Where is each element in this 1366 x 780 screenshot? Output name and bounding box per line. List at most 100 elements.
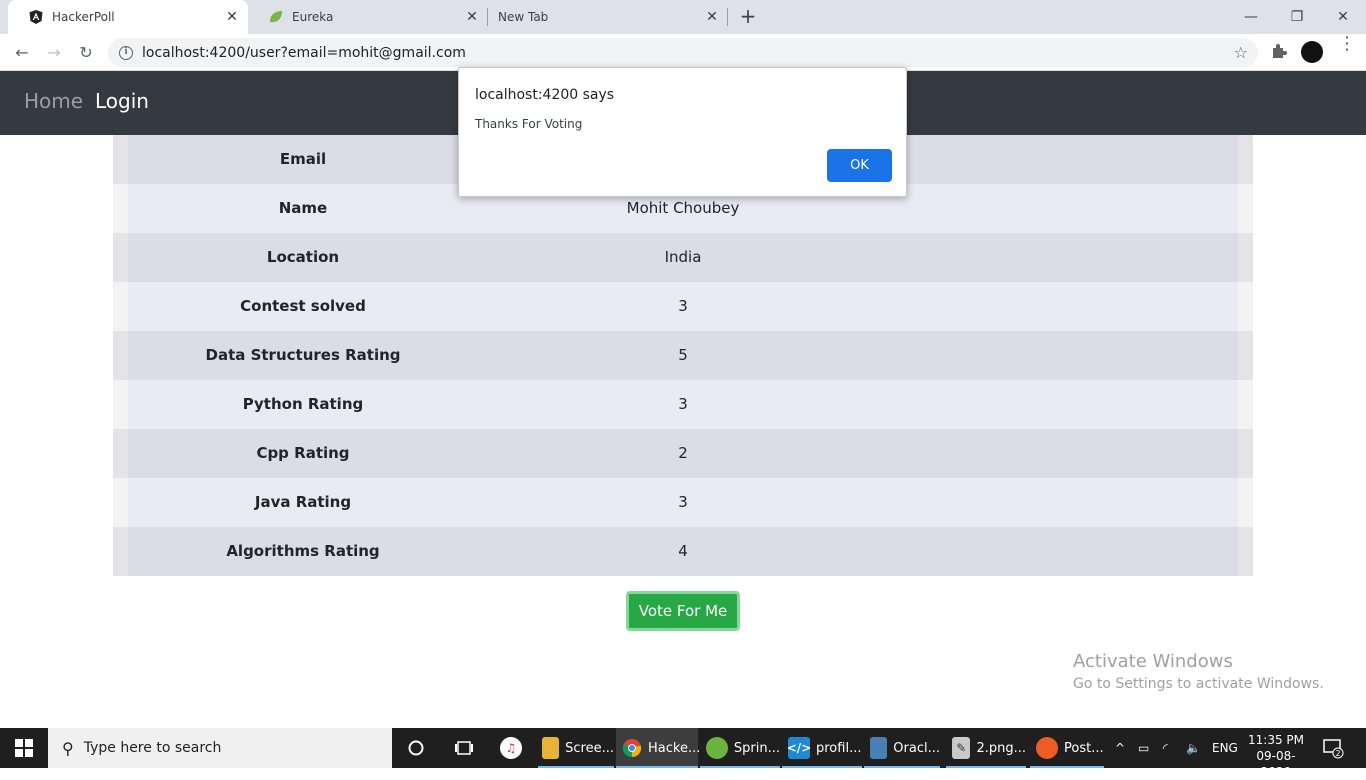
extensions-puzzle-icon[interactable] <box>1270 42 1288 60</box>
reload-icon[interactable]: ↻ <box>74 40 98 64</box>
clock-date: 09-08-2020 <box>1256 749 1296 779</box>
volume-icon[interactable]: 🔈 <box>1186 728 1201 768</box>
clock-time: 11:35 PM <box>1248 733 1304 747</box>
bookmark-star-icon[interactable]: ☆ <box>1234 43 1248 62</box>
minimize-icon[interactable]: — <box>1228 0 1274 34</box>
notification-center-icon[interactable]: 2 <box>1322 737 1344 759</box>
language-indicator[interactable]: ENG <box>1212 728 1238 768</box>
notification-count: 2 <box>1335 749 1340 758</box>
battery-icon[interactable]: ▭ <box>1138 728 1149 768</box>
chrome-icon <box>622 737 642 759</box>
row-key-contest-solved: Contest solved <box>240 297 366 315</box>
profile-table: Email Name Mohit Choubey Location India … <box>113 135 1253 576</box>
row-key-ds-rating: Data Structures Rating <box>205 346 401 364</box>
table-row: Cpp Rating 2 <box>113 429 1253 478</box>
tab-eureka[interactable]: Eureka ✕ <box>248 0 488 34</box>
dialog-ok-button[interactable]: OK <box>827 149 892 182</box>
row-key-name: Name <box>278 199 328 217</box>
taskbar-app-chrome[interactable]: Hacke... <box>616 728 701 768</box>
row-value-name: Mohit Choubey <box>626 199 740 217</box>
folder-icon <box>542 737 560 759</box>
tab-label: HackerPoll <box>52 10 115 24</box>
row-value-location: India <box>664 248 702 266</box>
nav-home-link[interactable]: Home <box>24 89 83 113</box>
row-value-ds-rating: 5 <box>678 346 688 364</box>
taskbar-app-vscode[interactable]: </> profil... <box>782 728 862 768</box>
activate-windows-watermark: Activate Windows Go to Settings to activ… <box>1073 651 1324 692</box>
tab-label: New Tab <box>498 10 549 24</box>
new-tab-plus-icon[interactable]: + <box>737 6 759 28</box>
tab-label: Eureka <box>292 10 334 24</box>
row-key-location: Location <box>266 248 340 266</box>
forward-arrow-icon[interactable]: → <box>42 40 66 64</box>
alert-dialog: localhost:4200 says Thanks For Voting OK <box>458 67 907 197</box>
table-row: Java Rating 3 <box>113 478 1253 527</box>
dialog-message: Thanks For Voting <box>475 117 583 131</box>
dialog-title: localhost:4200 says <box>475 87 615 103</box>
watermark-subtitle: Go to Settings to activate Windows. <box>1073 676 1324 692</box>
taskbar-app-spring[interactable]: Sprin... <box>700 728 780 768</box>
table-row: Python Rating 3 <box>113 380 1253 429</box>
url-text[interactable]: localhost:4200/user?email=mohit@gmail.co… <box>142 45 466 61</box>
taskbar-app-label: 2.png... <box>976 740 1026 756</box>
close-icon[interactable]: ✕ <box>704 9 720 25</box>
table-row: Algorithms Rating 4 <box>113 527 1253 576</box>
row-value-python-rating: 3 <box>678 395 688 413</box>
row-key-python-rating: Python Rating <box>242 395 364 413</box>
row-key-algorithms-rating: Algorithms Rating <box>226 542 380 560</box>
taskbar-search[interactable]: ⚲ Type here to search <box>48 728 392 768</box>
spring-leaf-icon <box>268 9 284 25</box>
search-icon: ⚲ <box>62 738 74 758</box>
nav-login-link[interactable]: Login <box>95 89 149 113</box>
taskbar-app-postman[interactable]: Post... <box>1030 728 1104 768</box>
row-key-java-rating: Java Rating <box>254 493 352 511</box>
profile-avatar[interactable] <box>1301 41 1323 63</box>
browser-tab-strip: HackerPoll ✕ Eureka ✕ New Tab ✕ + — ❐ ✕ <box>0 0 1366 34</box>
taskbar-app-paint[interactable]: ✎ 2.png... <box>946 728 1026 768</box>
taskbar-app-label: Oracl... <box>893 740 940 756</box>
taskbar-app-label: Sprin... <box>733 740 780 756</box>
tab-divider <box>727 8 728 26</box>
search-placeholder[interactable]: Type here to search <box>84 740 222 756</box>
oracle-icon <box>870 737 888 759</box>
taskbar-app-label: profil... <box>816 740 862 756</box>
row-value-algorithms-rating: 4 <box>678 542 688 560</box>
spring-icon <box>706 737 728 759</box>
row-key-cpp-rating: Cpp Rating <box>256 444 350 462</box>
info-icon[interactable]: i <box>119 45 133 60</box>
close-icon[interactable]: ✕ <box>464 9 480 25</box>
back-arrow-icon[interactable]: ← <box>10 40 34 64</box>
paint-icon: ✎ <box>952 737 971 759</box>
close-icon[interactable]: ✕ <box>224 9 240 25</box>
table-row: Location India <box>113 233 1253 282</box>
task-view-icon[interactable] <box>452 728 476 768</box>
windows-taskbar: ⚲ Type here to search ♫ Scree... Hacke..… <box>0 728 1366 779</box>
cortana-icon[interactable] <box>404 728 428 768</box>
row-value-java-rating: 3 <box>678 493 688 511</box>
taskbar-app-label: Post... <box>1064 740 1104 756</box>
vscode-icon: </> <box>787 737 811 759</box>
browser-menu-icon[interactable]: ⋮ <box>1338 35 1356 64</box>
row-value-cpp-rating: 2 <box>678 444 688 462</box>
watermark-title: Activate Windows <box>1073 651 1233 672</box>
address-bar[interactable]: i localhost:4200/user?email=mohit@gmail.… <box>108 38 1258 67</box>
taskbar-app-screenshots[interactable]: Scree... <box>538 728 614 768</box>
taskbar-app-oracle[interactable]: Oracl... <box>864 728 940 768</box>
row-value-contest-solved: 3 <box>678 297 688 315</box>
vote-button[interactable]: Vote For Me <box>626 591 740 631</box>
taskbar-clock[interactable]: 11:35 PM 09-08-2020 <box>1245 732 1307 780</box>
itunes-icon[interactable]: ♫ <box>498 728 524 768</box>
taskbar-app-label: Hacke... <box>648 740 701 756</box>
restore-icon[interactable]: ❐ <box>1274 0 1320 34</box>
tray-chevron-icon[interactable]: ^ <box>1115 728 1125 768</box>
window-close-icon[interactable]: ✕ <box>1320 0 1366 34</box>
postman-icon <box>1036 737 1058 759</box>
table-row: Contest solved 3 <box>113 282 1253 331</box>
angular-icon <box>28 9 44 25</box>
windows-start-icon[interactable] <box>0 728 48 768</box>
browser-toolbar: ← → ↻ i localhost:4200/user?email=mohit@… <box>0 34 1366 71</box>
tab-hackerpoll[interactable]: HackerPoll ✕ <box>8 0 248 34</box>
table-row: Data Structures Rating 5 <box>113 331 1253 380</box>
wifi-icon[interactable]: ◜ <box>1163 728 1168 768</box>
tab-new-tab[interactable]: New Tab ✕ <box>488 0 728 34</box>
